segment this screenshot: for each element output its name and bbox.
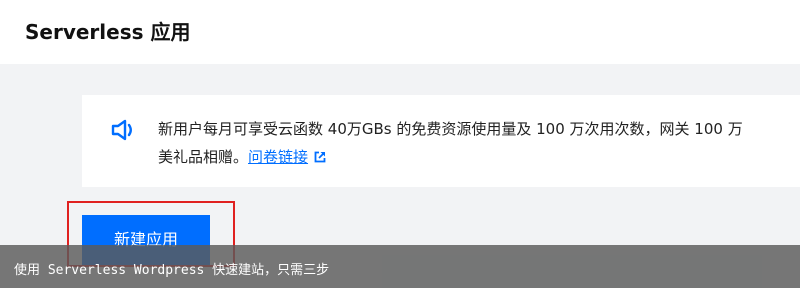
page-title: Serverless 应用	[25, 20, 191, 44]
notice-line-1: 新用户每月可享受云函数 40万GBs 的免费资源使用量及 100 万次用次数，网…	[158, 120, 743, 138]
page-header: Serverless 应用	[0, 0, 800, 64]
notice-line-2: 美礼品相赠。问卷链接	[158, 143, 800, 171]
external-link-icon[interactable]	[314, 144, 326, 163]
caption-bar: 使用 Serverless Wordpress 快速建站，只需三步	[0, 245, 800, 288]
survey-link[interactable]: 问卷链接	[248, 148, 308, 166]
speaker-icon	[110, 119, 136, 141]
notice-text: 新用户每月可享受云函数 40万GBs 的免费资源使用量及 100 万次用次数，网…	[158, 115, 800, 171]
notice-line-2-text: 美礼品相赠。	[158, 148, 249, 166]
promo-notice: 新用户每月可享受云函数 40万GBs 的免费资源使用量及 100 万次用次数，网…	[82, 95, 800, 187]
caption-text: 使用 Serverless Wordpress 快速建站，只需三步	[14, 263, 330, 278]
